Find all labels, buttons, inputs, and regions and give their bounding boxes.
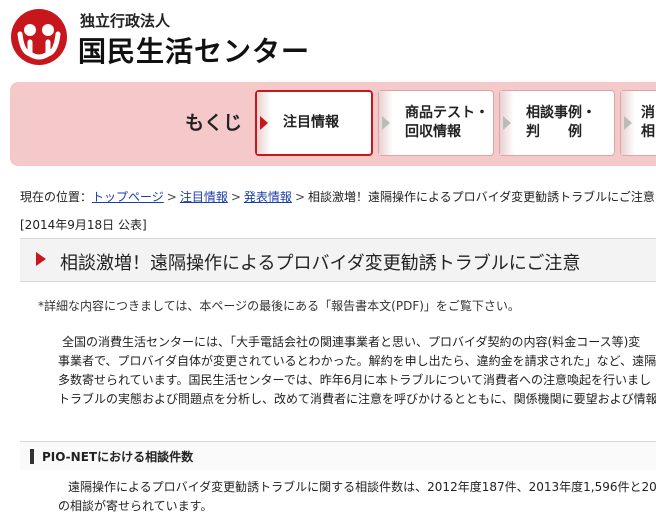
arrow-right-icon: [500, 91, 514, 155]
tab-label: 注目情報: [283, 114, 339, 131]
article-title-bar: 相談激増！遠隔操作によるプロバイダ変更勧誘トラブルにご注意: [20, 238, 656, 282]
triangle-right-icon: [36, 252, 46, 266]
org-name[interactable]: 国民生活センター: [78, 30, 310, 70]
article-paragraph: 全国の消費生活センターには、「大手電話会社の関連事業者と思い、プロバイダ契約の内…: [58, 335, 656, 406]
section-paragraph: 遠隔操作によるプロバイダ変更勧誘トラブルに関する相談件数は、2012年度187件…: [58, 480, 656, 513]
breadcrumb: 現在の位置：トップページ > 注目情報 > 発表情報 > 相談激増！遠隔操作によるプロバイダ…: [20, 190, 655, 204]
detail-note: *詳細な内容につきましては、本ページの最後にある「報告書本文(PDF)」をご覧下…: [38, 299, 520, 313]
main-nav: もくじ 注目情報 商品テスト・ 回収情報 相談事例・ 判 例 消 相: [10, 82, 656, 166]
arrow-right-icon: [621, 91, 635, 155]
tab-highlights[interactable]: 注目情報: [255, 90, 373, 156]
section-heading: PIO-NETにおける相談件数: [20, 441, 656, 470]
breadcrumb-current: 相談激増！遠隔操作によるプロバイダ変更勧誘トラブルにご注意: [308, 190, 655, 204]
breadcrumb-link-highlights[interactable]: 注目情報: [180, 190, 228, 204]
tab-consultation-cases[interactable]: 相談事例・ 判 例: [499, 90, 615, 156]
page-title: 相談激増！遠隔操作によるプロバイダ変更勧誘トラブルにご注意: [60, 253, 581, 274]
breadcrumb-link-press[interactable]: 発表情報: [244, 190, 292, 204]
tab-next[interactable]: 消 相: [620, 90, 656, 156]
site-header: 独立行政法人 国民生活センター: [0, 0, 656, 78]
tab-label: 消 相: [641, 105, 655, 140]
logo-icon[interactable]: [10, 8, 68, 66]
nav-title: もくじ: [185, 112, 243, 134]
arrow-right-icon: [379, 91, 393, 155]
tab-label: 相談事例・ 判 例: [526, 105, 596, 140]
tab-product-tests[interactable]: 商品テスト・ 回収情報: [378, 90, 494, 156]
arrow-right-icon: [257, 92, 271, 154]
section-bar-icon: [30, 449, 34, 464]
tab-label: 商品テスト・ 回収情報: [405, 105, 489, 140]
org-type: 独立行政法人: [80, 12, 171, 30]
breadcrumb-link-top[interactable]: トップページ: [92, 190, 164, 204]
publish-date: [2014年9月18日 公表]: [20, 218, 147, 232]
